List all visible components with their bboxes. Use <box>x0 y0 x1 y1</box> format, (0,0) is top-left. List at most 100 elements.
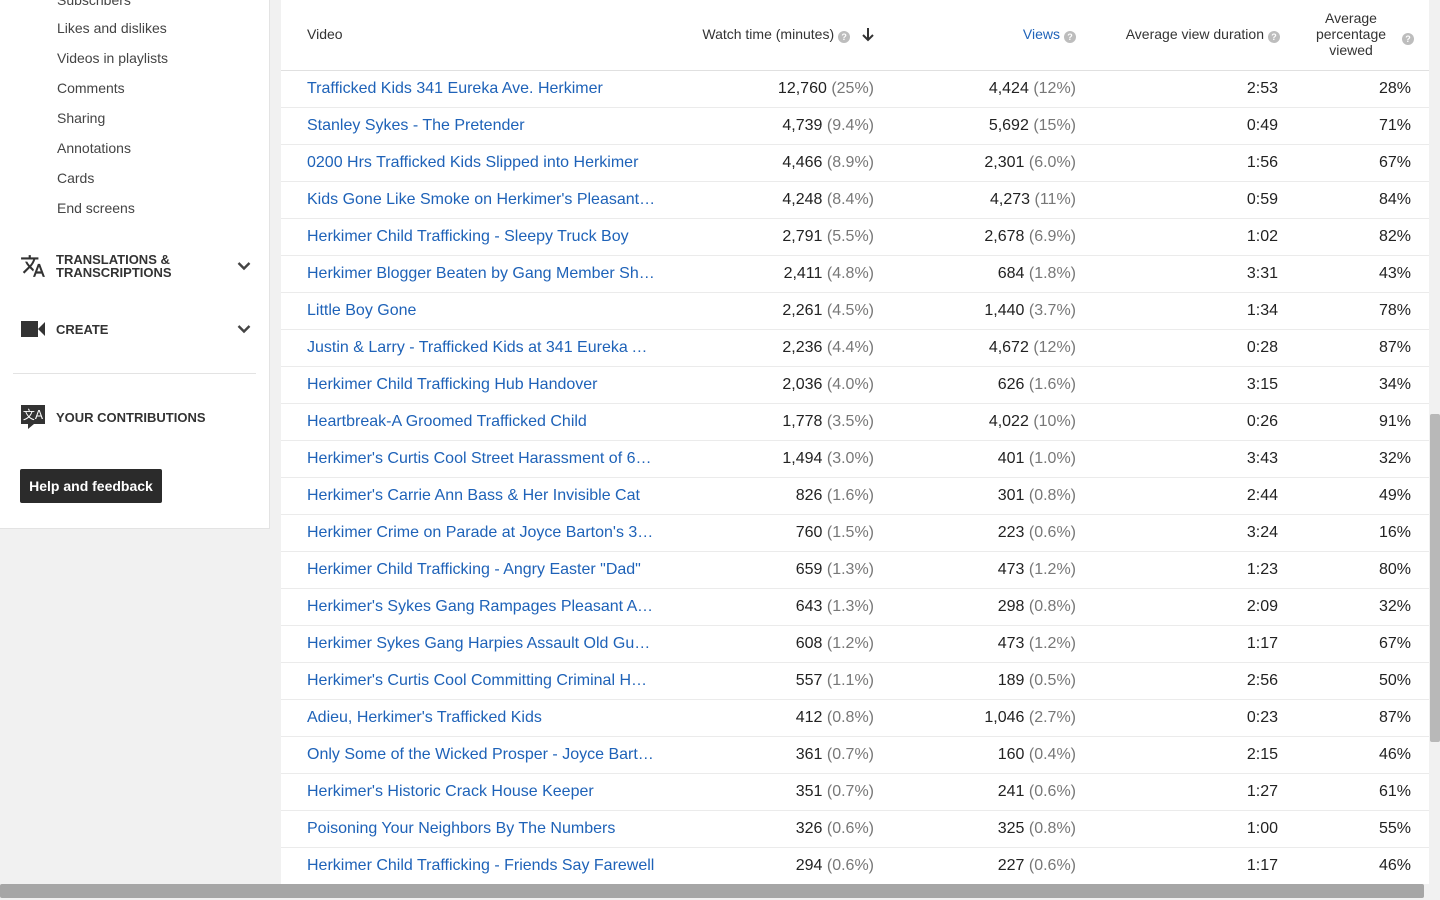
sidebar-link-end-screens[interactable]: End screens <box>57 200 135 216</box>
video-title-link[interactable]: Herkimer Child Trafficking - Friends Say… <box>307 857 657 875</box>
watch-time-percent: (1.3%) <box>826 598 874 615</box>
video-title-link[interactable]: Herkimer's Curtis Cool Street Harassment… <box>307 450 657 468</box>
chevron-down-icon[interactable] <box>236 321 252 337</box>
average-percentage-viewed-cell: 84% <box>1378 191 1411 208</box>
watch-time-percent: (0.8%) <box>826 709 874 726</box>
watch-time-percent: (3.0%) <box>826 450 874 467</box>
views-percent: (1.2%) <box>1028 561 1076 578</box>
table-row: Adieu, Herkimer's Trafficked Kids 412 (0.… <box>281 700 1429 737</box>
help-and-feedback-button[interactable]: Help and feedback <box>20 469 162 503</box>
watch-time-value: 2,036 <box>782 376 823 393</box>
video-title-link[interactable]: Herkimer's Carrie Ann Bass & Her Invisib… <box>307 487 657 505</box>
video-title-link[interactable]: Herkimer Blogger Beaten by Gang Member S… <box>307 265 657 283</box>
video-title-link[interactable]: Herkimer Child Trafficking Hub Handover <box>307 376 657 394</box>
views-value: 1,440 <box>984 302 1025 319</box>
sidebar-link-annotations[interactable]: Annotations <box>57 140 131 156</box>
sidebar-link-likes-and-dislikes[interactable]: Likes and dislikes <box>57 20 167 36</box>
video-title-link[interactable]: Little Boy Gone <box>307 302 657 320</box>
video-title-link[interactable]: Heartbreak-A Groomed Trafficked Child <box>307 413 657 431</box>
views-value: 189 <box>997 672 1025 689</box>
column-header-views[interactable]: Views? <box>1023 26 1076 43</box>
average-view-duration-cell: 3:15 <box>1246 376 1278 393</box>
average-view-duration-cell: 2:44 <box>1246 487 1278 504</box>
chevron-down-icon[interactable] <box>236 258 252 274</box>
average-view-duration-cell: 1:00 <box>1246 820 1278 837</box>
average-percentage-viewed-cell: 49% <box>1378 487 1411 504</box>
sidebar-link-videos-in-playlists[interactable]: Videos in playlists <box>57 50 168 66</box>
views-cell: 473 (1.2%) <box>998 561 1076 579</box>
watch-time-cell: 12,760 (25%) <box>778 80 874 98</box>
column-header-average-view-duration[interactable]: Average view duration? <box>1126 26 1280 43</box>
video-title-link[interactable]: Herkimer's Historic Crack House Keeper <box>307 783 657 801</box>
watch-time-percent: (25%) <box>831 80 874 97</box>
views-percent: (0.6%) <box>1028 857 1076 874</box>
video-title-link[interactable]: Justin & Larry - Trafficked Kids at 341 … <box>307 339 657 357</box>
views-value: 473 <box>997 635 1025 652</box>
watch-time-percent: (8.4%) <box>826 191 874 208</box>
video-title-link[interactable]: Herkimer's Sykes Gang Rampages Pleasant … <box>307 598 657 616</box>
create-section[interactable]: CREATE <box>20 316 252 342</box>
views-value: 2,678 <box>984 228 1025 245</box>
your-contributions-section[interactable]: 文A YOUR CONTRIBUTIONS <box>20 404 252 430</box>
sidebar-link-comments[interactable]: Comments <box>57 80 125 96</box>
video-title-link[interactable]: Herkimer's Curtis Cool Committing Crimin… <box>307 672 657 690</box>
video-title-link[interactable]: Only Some of the Wicked Prosper - Joyce … <box>307 746 657 764</box>
views-value: 4,424 <box>988 80 1029 97</box>
video-title-link[interactable]: Herkimer Sykes Gang Harpies Assault Old … <box>307 635 657 653</box>
video-title-link[interactable]: Stanley Sykes - The Pretender <box>307 117 657 135</box>
views-value: 401 <box>997 450 1025 467</box>
views-value: 325 <box>997 820 1025 837</box>
video-title-link[interactable]: Trafficked Kids 341 Eureka Ave. Herkimer <box>307 80 657 98</box>
help-icon[interactable]: ? <box>1402 33 1414 45</box>
views-value: 5,692 <box>988 117 1029 134</box>
watch-time-percent: (4.8%) <box>826 265 874 282</box>
table-row: Only Some of the Wicked Prosper - Joyce … <box>281 737 1429 774</box>
help-icon[interactable]: ? <box>838 31 851 43</box>
help-icon[interactable]: ? <box>1268 31 1280 43</box>
video-title-link[interactable]: Herkimer Child Trafficking - Angry Easte… <box>307 561 657 579</box>
table-row: Kids Gone Like Smoke on Herkimer's Pleas… <box>281 182 1429 219</box>
views-cell: 684 (1.8%) <box>998 265 1076 283</box>
video-title-link[interactable]: Poisoning Your Neighbors By The Numbers <box>307 820 657 838</box>
average-percentage-viewed-cell: 55% <box>1378 820 1411 837</box>
table-row: Little Boy Gone 2,261 (4.5%) 1,440 (3.7%) 1… <box>281 293 1429 330</box>
average-percentage-viewed-cell: 34% <box>1378 376 1411 393</box>
table-body: Trafficked Kids 341 Eureka Ave. Herkimer… <box>281 71 1429 884</box>
views-label: Views <box>1022 26 1060 42</box>
sidebar-link-cards[interactable]: Cards <box>57 170 94 186</box>
views-percent: (0.6%) <box>1028 783 1076 800</box>
video-title-link[interactable]: 0200 Hrs Trafficked Kids Slipped into He… <box>307 154 657 172</box>
views-percent: (1.8%) <box>1028 265 1076 282</box>
video-title-link[interactable]: Kids Gone Like Smoke on Herkimer's Pleas… <box>307 191 657 209</box>
column-header-video[interactable]: Video <box>307 26 343 42</box>
views-percent: (1.2%) <box>1028 635 1076 652</box>
table-row: 0200 Hrs Trafficked Kids Slipped into He… <box>281 145 1429 182</box>
watch-time-cell: 1,778 (3.5%) <box>782 413 874 431</box>
views-percent: (6.9%) <box>1028 228 1076 245</box>
average-percentage-viewed-cell: 61% <box>1378 783 1411 800</box>
video-title-link[interactable]: Adieu, Herkimer's Trafficked Kids <box>307 709 657 727</box>
translations-section[interactable]: TRANSLATIONS & TRANSCRIPTIONS <box>20 253 252 279</box>
views-value: 160 <box>997 746 1025 763</box>
average-view-duration-cell: 3:24 <box>1246 524 1278 541</box>
average-view-duration-cell: 1:02 <box>1246 228 1278 245</box>
sidebar-link-sharing[interactable]: Sharing <box>57 110 105 126</box>
views-cell: 5,692 (15%) <box>989 117 1076 135</box>
video-title-link[interactable]: Herkimer Child Trafficking - Sleepy Truc… <box>307 228 657 246</box>
your-contributions-label: YOUR CONTRIBUTIONS <box>56 409 206 425</box>
video-title-link[interactable]: Herkimer Crime on Parade at Joyce Barton… <box>307 524 657 542</box>
views-percent: (0.8%) <box>1028 820 1076 837</box>
sidebar-link-subscribers[interactable]: Subscribers <box>57 0 131 8</box>
column-header-watch-time[interactable]: Watch time (minutes)? <box>702 26 874 45</box>
help-icon[interactable]: ? <box>1064 31 1076 43</box>
views-percent: (0.8%) <box>1028 487 1076 504</box>
watch-time-percent: (0.7%) <box>826 783 874 800</box>
average-percentage-viewed-cell: 46% <box>1378 746 1411 763</box>
sort-arrow-down-icon[interactable] <box>862 27 874 45</box>
watch-time-value: 2,791 <box>782 228 823 245</box>
watch-time-cell: 643 (1.3%) <box>796 598 874 616</box>
column-header-average-percentage-viewed[interactable]: Average percentage viewed ? <box>1306 10 1414 58</box>
average-view-duration-cell: 2:56 <box>1246 672 1278 689</box>
horizontal-scrollbar-thumb[interactable] <box>0 884 1424 898</box>
vertical-scrollbar-thumb[interactable] <box>1430 414 1440 742</box>
